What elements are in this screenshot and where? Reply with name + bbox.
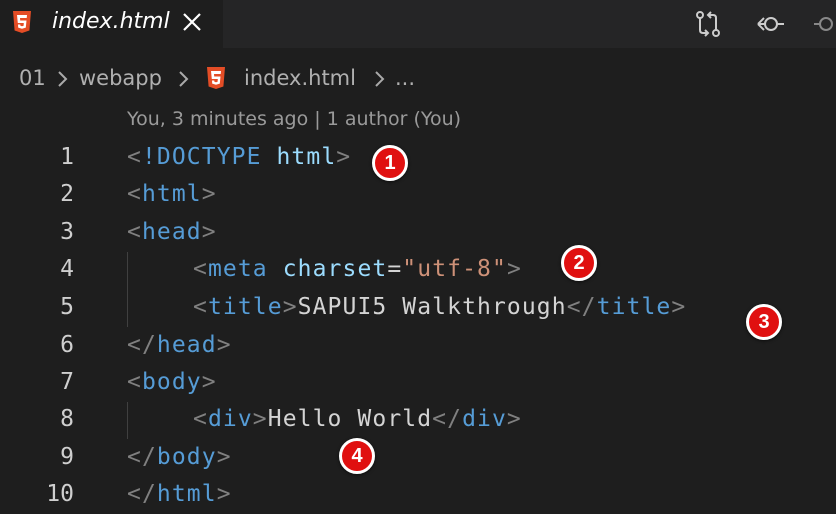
- go-back-icon[interactable]: [756, 10, 784, 38]
- tab-label: index.html: [52, 9, 170, 34]
- breadcrumb-item-more[interactable]: ...: [395, 66, 415, 90]
- callout-badge-3: 3: [746, 304, 782, 340]
- chevron-right-icon: [375, 71, 385, 87]
- tab-index-html[interactable]: index.html: [0, 0, 223, 48]
- line-number: 8: [60, 406, 74, 432]
- line-number: 2: [60, 181, 74, 207]
- chevron-right-icon: [58, 71, 68, 87]
- breadcrumb: 01 webapp index.html ...: [0, 48, 836, 108]
- code-text: <head>: [127, 219, 217, 245]
- line-number: 10: [46, 481, 74, 507]
- code-line: 6 </head>: [0, 327, 836, 365]
- close-icon[interactable]: [178, 8, 206, 36]
- line-number: 6: [60, 332, 74, 358]
- line-number: 1: [60, 144, 74, 170]
- callout-badge-1: 1: [372, 145, 408, 181]
- code-text: <body>: [127, 369, 217, 395]
- code-line: 8 <div>Hello World</div>: [0, 401, 836, 439]
- code-line: 4 <meta charset="utf-8">: [0, 251, 836, 289]
- code-line: 10 </html>: [0, 476, 836, 514]
- code-line: 7 <body>: [0, 364, 836, 402]
- code-text: <meta charset="utf-8">: [193, 256, 522, 282]
- editor-tab-bar: index.html: [0, 0, 836, 48]
- html5-icon: [207, 67, 225, 89]
- code-line: 1 <!DOCTYPE html>: [0, 139, 836, 177]
- code-text: </html>: [127, 481, 232, 507]
- code-text: <html>: [127, 181, 217, 207]
- code-line: 2 <html>: [0, 176, 836, 214]
- codelens-blame[interactable]: You, 3 minutes ago | 1 author (You): [127, 108, 461, 130]
- line-number: 7: [60, 369, 74, 395]
- breadcrumb-item-01[interactable]: 01: [19, 66, 46, 90]
- source-control-compare-icon[interactable]: [694, 10, 722, 38]
- html5-icon: [13, 11, 31, 33]
- code-text: <!DOCTYPE html>: [127, 144, 352, 170]
- code-line: 3 <head>: [0, 214, 836, 252]
- code-line: 5 <title>SAPUI5 Walkthrough</title>: [0, 289, 836, 327]
- callout-badge-2: 2: [561, 245, 597, 281]
- line-number: 9: [60, 444, 74, 470]
- code-line: 9 </body>: [0, 439, 836, 477]
- code-text: <div>Hello World</div>: [193, 406, 522, 432]
- breadcrumb-item-webapp[interactable]: webapp: [79, 66, 162, 90]
- breadcrumb-item-index-html[interactable]: index.html: [244, 66, 356, 90]
- code-text: </head>: [127, 332, 232, 358]
- line-number: 5: [60, 294, 74, 320]
- code-text: <title>SAPUI5 Walkthrough</title>: [193, 294, 687, 320]
- chevron-right-icon: [179, 71, 189, 87]
- line-number: 4: [60, 256, 74, 282]
- go-forward-icon[interactable]: [812, 10, 836, 38]
- callout-badge-4: 4: [339, 438, 375, 474]
- code-text: </body>: [127, 444, 232, 470]
- line-number: 3: [60, 219, 74, 245]
